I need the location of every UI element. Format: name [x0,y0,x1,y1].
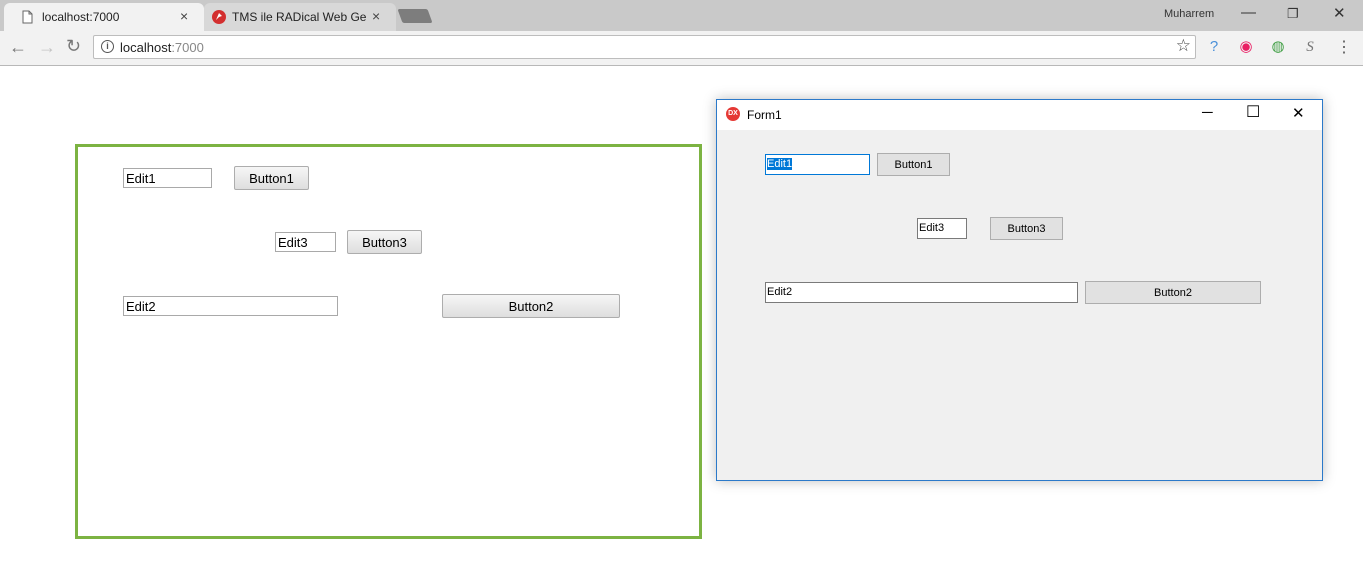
browser-toolbar: ← → ↻ i localhost:7000 ☆ ? ◉ ◍ S ⋮ [0,31,1363,66]
record-extension-icon[interactable]: ◉ [1236,37,1256,57]
address-bar[interactable]: i localhost:7000 ☆ [93,35,1196,59]
form-edit1[interactable]: Edit1 [765,154,870,175]
form1-titlebar[interactable]: DX Form1 ─ ☐ ✕ [717,100,1322,130]
page-icon [20,10,34,24]
url-host: localhost [120,40,172,55]
tms-favicon [212,10,226,24]
menu-icon[interactable]: ⋮ [1336,37,1352,57]
forward-icon[interactable]: → [38,37,56,58]
tab-close-icon[interactable]: × [372,8,380,24]
form-edit3[interactable]: Edit3 [917,218,967,239]
help-extension-icon[interactable]: ? [1204,37,1224,57]
close-icon[interactable]: ✕ [1292,104,1305,122]
edit3-input[interactable] [275,232,336,252]
back-icon[interactable]: ← [9,37,27,58]
button2[interactable]: Button2 [442,294,620,318]
selected-text: Edit1 [767,158,793,170]
form1-window: DX Form1 ─ ☐ ✕ Edit1 Button1 Edit3 Butto… [716,99,1323,481]
button3[interactable]: Button3 [347,230,422,254]
profile-name[interactable]: Muharrem [1164,8,1214,20]
form-button3[interactable]: Button3 [990,217,1063,240]
tab-localhost[interactable]: localhost:7000 × [4,3,204,31]
info-icon[interactable]: i [101,40,114,53]
close-icon[interactable]: ✕ [1333,4,1346,22]
tab-strip: localhost:7000 × TMS ile RADical Web Gel… [0,0,1363,31]
globe-extension-icon[interactable]: ◍ [1268,37,1288,57]
minimize-icon[interactable]: ─ [1202,104,1213,121]
tab-title: TMS ile RADical Web Geli [232,10,366,24]
url-port: :7000 [171,40,204,55]
url-text[interactable]: localhost:7000 [120,40,204,55]
delphi-app-icon: DX [726,107,740,121]
script-extension-icon[interactable]: S [1300,37,1320,57]
tab-close-icon[interactable]: × [180,8,188,24]
star-icon[interactable]: ☆ [1176,36,1191,56]
tab-tms[interactable]: TMS ile RADical Web Geli × [204,3,396,31]
form-button1[interactable]: Button1 [877,153,950,176]
form-button2[interactable]: Button2 [1085,281,1261,304]
form-edit2[interactable]: Edit2 [765,282,1078,303]
maximize-icon[interactable]: ☐ [1246,102,1260,122]
reload-icon[interactable]: ↻ [66,36,81,57]
tab-title: localhost:7000 [42,10,120,24]
form1-title: Form1 [747,108,782,122]
edit1-input[interactable] [123,168,212,188]
minimize-icon[interactable]: — [1241,4,1256,21]
web-form-panel: Button1 Button3 Button2 [75,144,702,539]
button1[interactable]: Button1 [234,166,309,190]
restore-icon[interactable]: ❐ [1287,6,1299,22]
edit2-input[interactable] [123,296,338,316]
new-tab-button[interactable] [397,9,433,23]
